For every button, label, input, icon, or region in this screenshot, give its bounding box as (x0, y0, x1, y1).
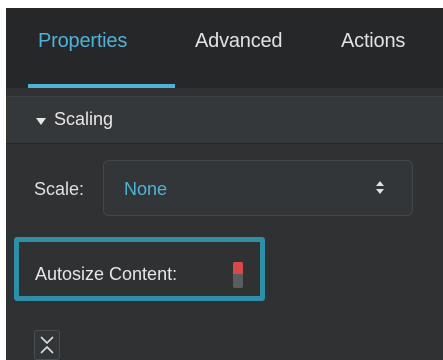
collapse-button[interactable] (34, 330, 60, 360)
scale-label: Scale: (34, 179, 85, 199)
section-title: Scaling (54, 109, 114, 129)
scale-select[interactable]: None (103, 160, 413, 216)
autosize-content-label: Autosize Content: (35, 264, 178, 284)
active-tab-indicator (28, 84, 175, 88)
scaling-section-header[interactable]: Scaling (6, 96, 443, 144)
tab-advanced[interactable]: Advanced (195, 30, 283, 53)
autosize-content-checkbox[interactable] (233, 262, 243, 288)
collapse-arrows-icon (40, 336, 54, 354)
tab-properties[interactable]: Properties (38, 30, 127, 53)
up-down-arrows-icon (376, 181, 384, 195)
tab-actions[interactable]: Actions (341, 30, 405, 53)
triangle-down-icon (36, 118, 46, 125)
scale-select-value: None (124, 179, 168, 199)
checkbox-state-mark (233, 262, 243, 274)
properties-panel: Properties Advanced Actions Scaling Scal… (6, 8, 443, 360)
tab-bar: Properties Advanced Actions (6, 8, 443, 88)
